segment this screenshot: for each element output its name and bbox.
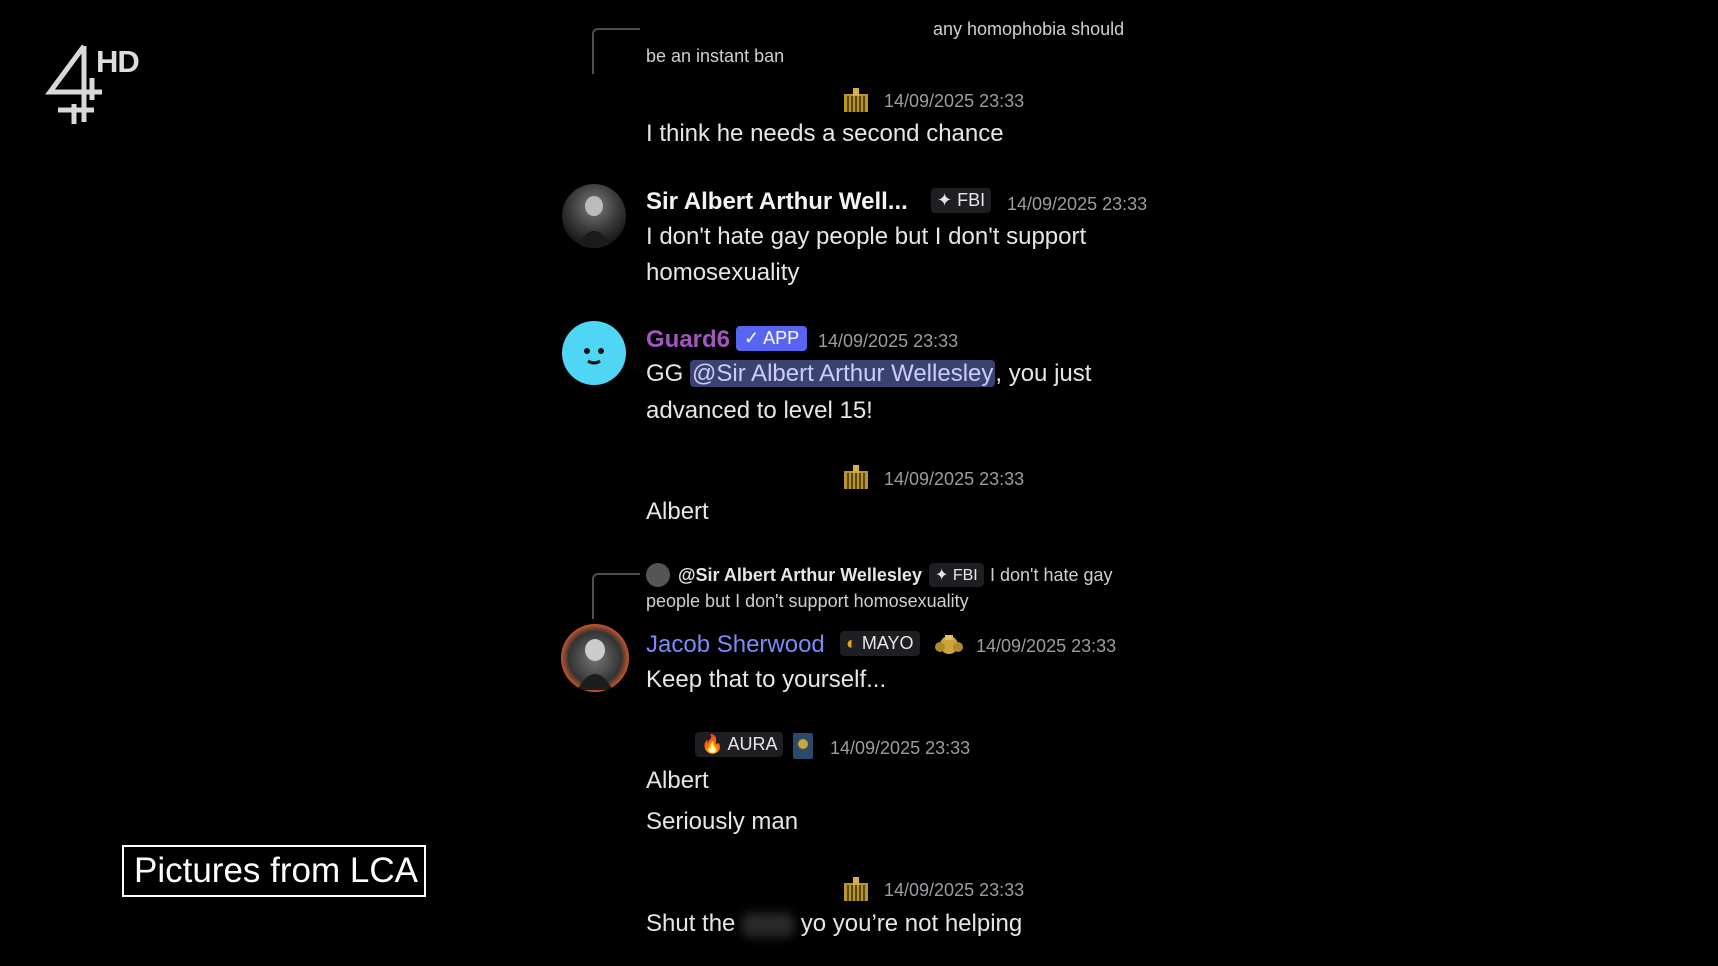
parliament-badge-icon	[844, 877, 868, 901]
message-username[interactable]: Jacob Sherwood	[646, 631, 825, 659]
user-mention[interactable]: @Sir Albert Arthur Wellesley	[690, 360, 996, 387]
reply-preview-text: be an instant ban	[646, 46, 785, 66]
portrait-avatar-icon	[576, 196, 612, 248]
passport-icon	[793, 733, 813, 759]
message-text: homosexuality	[646, 259, 800, 286]
app-badge-label: APP	[763, 328, 800, 348]
bot-avatar[interactable]	[562, 321, 626, 385]
message-text: Shut the yo you’re not helping	[646, 910, 1022, 938]
reply-connector	[592, 28, 640, 74]
message-text: Albert	[646, 767, 709, 794]
moon-icon: ◐	[846, 633, 857, 653]
message-username[interactable]: Guard6	[646, 326, 730, 354]
message-text-part: , you just	[995, 360, 1092, 387]
message-text: Keep that to yourself...	[646, 666, 887, 693]
user-tag-label: AURA	[727, 734, 778, 754]
redacted-word	[742, 912, 795, 937]
diamond-icon: ✦	[937, 190, 953, 210]
message-timestamp: 14/09/2025 23:33	[976, 636, 1117, 656]
message-timestamp: 14/09/2025 23:33	[830, 738, 971, 758]
message-timestamp: 14/09/2025 23:33	[818, 331, 959, 351]
parliament-badge-icon	[844, 88, 868, 112]
message-text-part: GG	[646, 360, 691, 387]
check-icon: ✓	[744, 328, 760, 348]
smiley-face-icon	[584, 348, 604, 365]
reply-preview-text: people but I don't support homosexuality	[646, 591, 969, 611]
message-timestamp: 14/09/2025 23:33	[1007, 194, 1148, 214]
broadcast-caption: Pictures from LCA	[122, 845, 426, 897]
message-timestamp: 14/09/2025 23:33	[884, 880, 1025, 900]
reply-username[interactable]: @Sir Albert Arthur Wellesley	[678, 565, 922, 586]
message-text: GG @Sir Albert Arthur Wellesley, you jus…	[646, 360, 1091, 388]
diamond-icon: ✦	[935, 567, 949, 584]
app-badge: ✓ APP	[736, 326, 808, 351]
royal-crest-icon	[935, 635, 963, 654]
reply-connector	[592, 573, 640, 619]
message-text: Albert	[646, 498, 709, 525]
parliament-badge-icon	[844, 465, 868, 489]
message-text-part: yo you’re not helping	[800, 910, 1023, 937]
reply-user-tag: ✦ FBI	[929, 563, 984, 587]
user-tag: ✦ FBI	[931, 188, 992, 213]
portrait-avatar-icon	[577, 639, 613, 690]
user-avatar[interactable]	[562, 184, 626, 248]
flame-icon: 🔥	[701, 734, 724, 754]
user-avatar[interactable]	[561, 624, 629, 692]
reply-user-tag-label: FBI	[952, 567, 978, 584]
message-text: Seriously man	[646, 808, 799, 835]
user-tag: ◐ MAYO	[840, 631, 920, 656]
reply-preview-text: I don't hate gay	[990, 565, 1113, 585]
user-tag: 🔥 AURA	[695, 732, 784, 757]
message-username[interactable]: Sir Albert Arthur Well...	[646, 188, 908, 216]
message-timestamp: 14/09/2025 23:33	[884, 469, 1025, 489]
reply-preview-text: any homophobia should	[933, 19, 1125, 39]
user-tag-label: MAYO	[861, 633, 914, 653]
message-text: I don't hate gay people but I don't supp…	[646, 223, 1087, 250]
message-timestamp: 14/09/2025 23:33	[884, 91, 1025, 111]
user-tag-label: FBI	[957, 190, 986, 210]
message-text-part: Shut the	[646, 910, 736, 937]
channel-hd-label: HD	[96, 44, 140, 79]
reply-avatar	[646, 563, 670, 587]
message-text: advanced to level 15!	[646, 397, 873, 424]
message-text: I think he needs a second chance	[646, 120, 1004, 147]
